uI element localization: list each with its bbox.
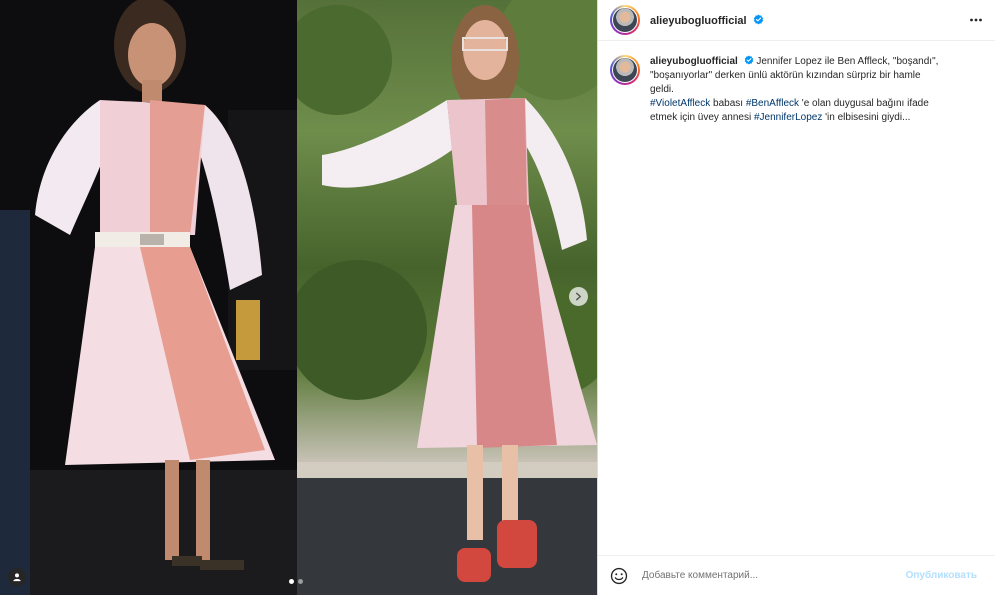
- header-username-text[interactable]: alieyubogluofficial: [650, 15, 747, 27]
- hashtag-link[interactable]: #VioletAffleck: [650, 98, 710, 109]
- user-tag-icon: [13, 573, 21, 582]
- caption-line-3: geldi.: [650, 84, 674, 95]
- caption-username[interactable]: alieyubogluofficial: [650, 56, 738, 67]
- caption-avatar-image: [613, 58, 637, 82]
- carousel-indicator: [289, 579, 303, 584]
- post-header: alieyubogluofficial: [598, 0, 995, 41]
- post-media[interactable]: [0, 0, 597, 595]
- publish-button[interactable]: Опубликовать: [900, 569, 983, 582]
- more-options-icon: [970, 18, 982, 22]
- caption: alieyubogluofficial Jennifer Lopez ile B…: [598, 41, 995, 125]
- more-options-button[interactable]: [969, 13, 983, 32]
- verified-badge-icon: [753, 14, 763, 24]
- emoji-button[interactable]: [610, 567, 628, 585]
- caption-text: alieyubogluofficial Jennifer Lopez ile B…: [650, 55, 968, 125]
- post-side-panel: alieyubogluofficial alieyubogluofficial: [597, 0, 995, 595]
- photo-right-illustration: [297, 0, 597, 595]
- photo-violet-affleck: [297, 0, 597, 595]
- user-tag-button[interactable]: [8, 568, 26, 586]
- carousel-dot: [298, 579, 303, 584]
- caption-text-segment: 'e olan duygusal bağını ifade: [799, 98, 929, 109]
- photo-left-illustration: [0, 0, 297, 595]
- caption-line-2: "boşanıyorlar" derken ünlü aktörün kızın…: [650, 70, 921, 81]
- hashtag-link[interactable]: #BenAffleck: [746, 98, 799, 109]
- hashtag-link[interactable]: #JenniferLopez: [754, 112, 822, 123]
- chevron-right-icon: [575, 292, 582, 301]
- caption-line-1: Jennifer Lopez ile Ben Affleck, "boşandı…: [756, 56, 939, 67]
- emoji-icon: [610, 567, 628, 584]
- comment-bar: Опубликовать: [598, 555, 995, 595]
- caption-text-segment: 'in elbisesini giydi...: [822, 112, 911, 123]
- carousel-dot-active: [289, 579, 294, 584]
- caption-text-segment: babası: [710, 98, 746, 109]
- header-username[interactable]: alieyubogluofficial: [650, 14, 764, 27]
- avatar[interactable]: [610, 5, 640, 35]
- comment-input[interactable]: [640, 569, 894, 582]
- caption-avatar[interactable]: [610, 55, 640, 85]
- verified-badge-icon: [744, 55, 753, 65]
- carousel-next-button[interactable]: [569, 287, 588, 306]
- photo-jennifer-lopez: [0, 0, 297, 595]
- caption-text-segment: etmek için üvey annesi: [650, 112, 754, 123]
- avatar-image: [613, 8, 637, 32]
